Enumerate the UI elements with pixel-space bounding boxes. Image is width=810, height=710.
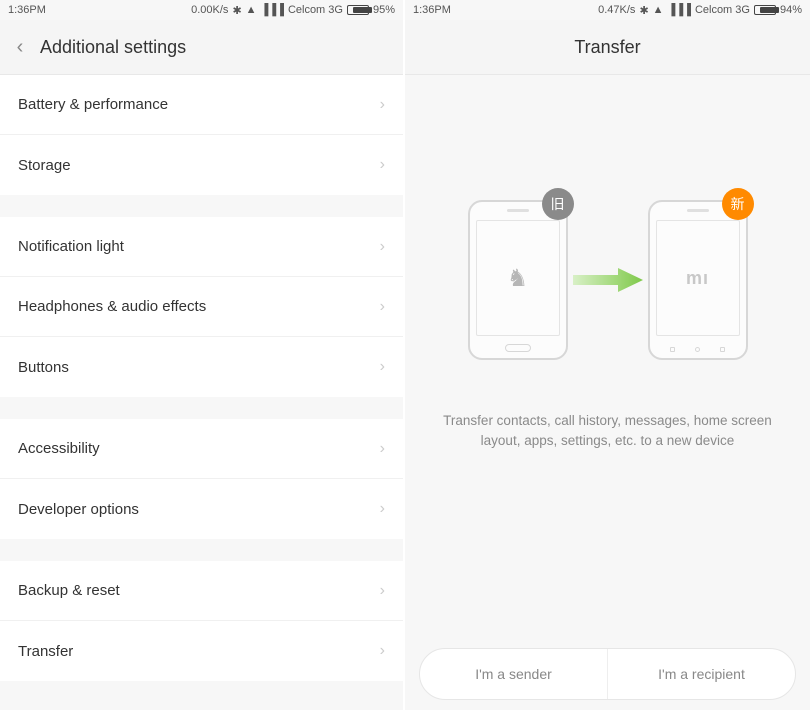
- list-item-buttons[interactable]: Buttons ›: [0, 337, 403, 397]
- list-group: Backup & reset › Transfer ›: [0, 561, 403, 681]
- list-item-label: Notification light: [18, 238, 124, 255]
- transfer-screen: 1:36PM 0.47K/s ✱ ▲ ▐▐▐ Celcom 3G 94% Tra…: [405, 0, 810, 710]
- old-badge: 旧: [542, 188, 574, 220]
- list-item-notification-light[interactable]: Notification light ›: [0, 217, 403, 277]
- status-speed: 0.00K/s: [191, 4, 228, 16]
- list-item-headphones[interactable]: Headphones & audio effects ›: [0, 277, 403, 337]
- signal-icon: ▐▐▐: [261, 4, 284, 16]
- chevron-right-icon: ›: [380, 642, 385, 660]
- list-item-storage[interactable]: Storage ›: [0, 135, 403, 195]
- header-title: Transfer: [574, 37, 640, 58]
- battery-icon: [754, 5, 776, 15]
- mi-logo-icon: mı: [686, 268, 709, 289]
- list-item-accessibility[interactable]: Accessibility ›: [0, 419, 403, 479]
- back-button[interactable]: ‹: [0, 36, 40, 59]
- new-badge: 新: [722, 188, 754, 220]
- chevron-right-icon: ›: [380, 298, 385, 316]
- arrow-icon: [564, 265, 652, 295]
- list-group: Accessibility › Developer options ›: [0, 419, 403, 539]
- chevron-right-icon: ›: [380, 96, 385, 114]
- recipient-button[interactable]: I'm a recipient: [608, 649, 795, 699]
- list-item-label: Transfer: [18, 643, 73, 660]
- chevron-right-icon: ›: [380, 500, 385, 518]
- list-item-label: Accessibility: [18, 440, 100, 457]
- status-carrier: Celcom 3G: [695, 4, 750, 16]
- status-time: 1:36PM: [8, 4, 46, 16]
- signal-icon: ▐▐▐: [668, 4, 691, 16]
- status-right: 0.00K/s ✱ ▲ ▐▐▐ Celcom 3G 95%: [187, 4, 395, 17]
- header: Transfer: [405, 20, 810, 75]
- list-item-label: Storage: [18, 157, 71, 174]
- header: ‹ Additional settings: [0, 20, 403, 75]
- new-phone-icon: mı 新: [648, 200, 748, 360]
- chevron-right-icon: ›: [380, 358, 385, 376]
- bluetooth-icon: ✱: [232, 4, 241, 17]
- chevron-right-icon: ›: [380, 238, 385, 256]
- list-item-developer-options[interactable]: Developer options ›: [0, 479, 403, 539]
- settings-list[interactable]: Battery & performance › Storage › Notifi…: [0, 75, 403, 710]
- sender-button[interactable]: I'm a sender: [420, 649, 608, 699]
- transfer-body: ♞ 旧 mı 新 Transfer contacts, call history…: [405, 75, 810, 710]
- status-speed: 0.47K/s: [598, 4, 635, 16]
- transfer-description: Transfer contacts, call history, message…: [427, 411, 788, 452]
- status-battery: 95%: [373, 4, 395, 16]
- list-item-label: Backup & reset: [18, 582, 120, 599]
- role-buttons: I'm a sender I'm a recipient: [419, 648, 796, 700]
- wifi-icon: ▲: [246, 4, 257, 16]
- status-bar: 1:36PM 0.00K/s ✱ ▲ ▐▐▐ Celcom 3G 95%: [0, 0, 403, 20]
- list-item-label: Battery & performance: [18, 96, 168, 113]
- header-title: Additional settings: [40, 37, 186, 58]
- old-phone-icon: ♞ 旧: [468, 200, 568, 360]
- list-item-label: Developer options: [18, 501, 139, 518]
- chevron-right-icon: ›: [380, 582, 385, 600]
- list-item-backup-reset[interactable]: Backup & reset ›: [0, 561, 403, 621]
- transfer-illustration: ♞ 旧 mı 新: [468, 195, 748, 365]
- status-bar: 1:36PM 0.47K/s ✱ ▲ ▐▐▐ Celcom 3G 94%: [405, 0, 810, 20]
- list-group: Notification light › Headphones & audio …: [0, 217, 403, 397]
- wifi-icon: ▲: [653, 4, 664, 16]
- battery-icon: [347, 5, 369, 15]
- list-item-label: Headphones & audio effects: [18, 298, 206, 315]
- list-item-label: Buttons: [18, 359, 69, 376]
- list-item-battery[interactable]: Battery & performance ›: [0, 75, 403, 135]
- chevron-right-icon: ›: [380, 440, 385, 458]
- list-item-transfer[interactable]: Transfer ›: [0, 621, 403, 681]
- status-right: 0.47K/s ✱ ▲ ▐▐▐ Celcom 3G 94%: [594, 4, 802, 17]
- bluetooth-icon: ✱: [639, 4, 648, 17]
- settings-screen: 1:36PM 0.00K/s ✱ ▲ ▐▐▐ Celcom 3G 95% ‹ A…: [0, 0, 405, 710]
- android-icon: ♞: [507, 264, 529, 293]
- status-carrier: Celcom 3G: [288, 4, 343, 16]
- status-time: 1:36PM: [413, 4, 451, 16]
- list-group: Battery & performance › Storage ›: [0, 75, 403, 195]
- chevron-right-icon: ›: [380, 156, 385, 174]
- status-battery: 94%: [780, 4, 802, 16]
